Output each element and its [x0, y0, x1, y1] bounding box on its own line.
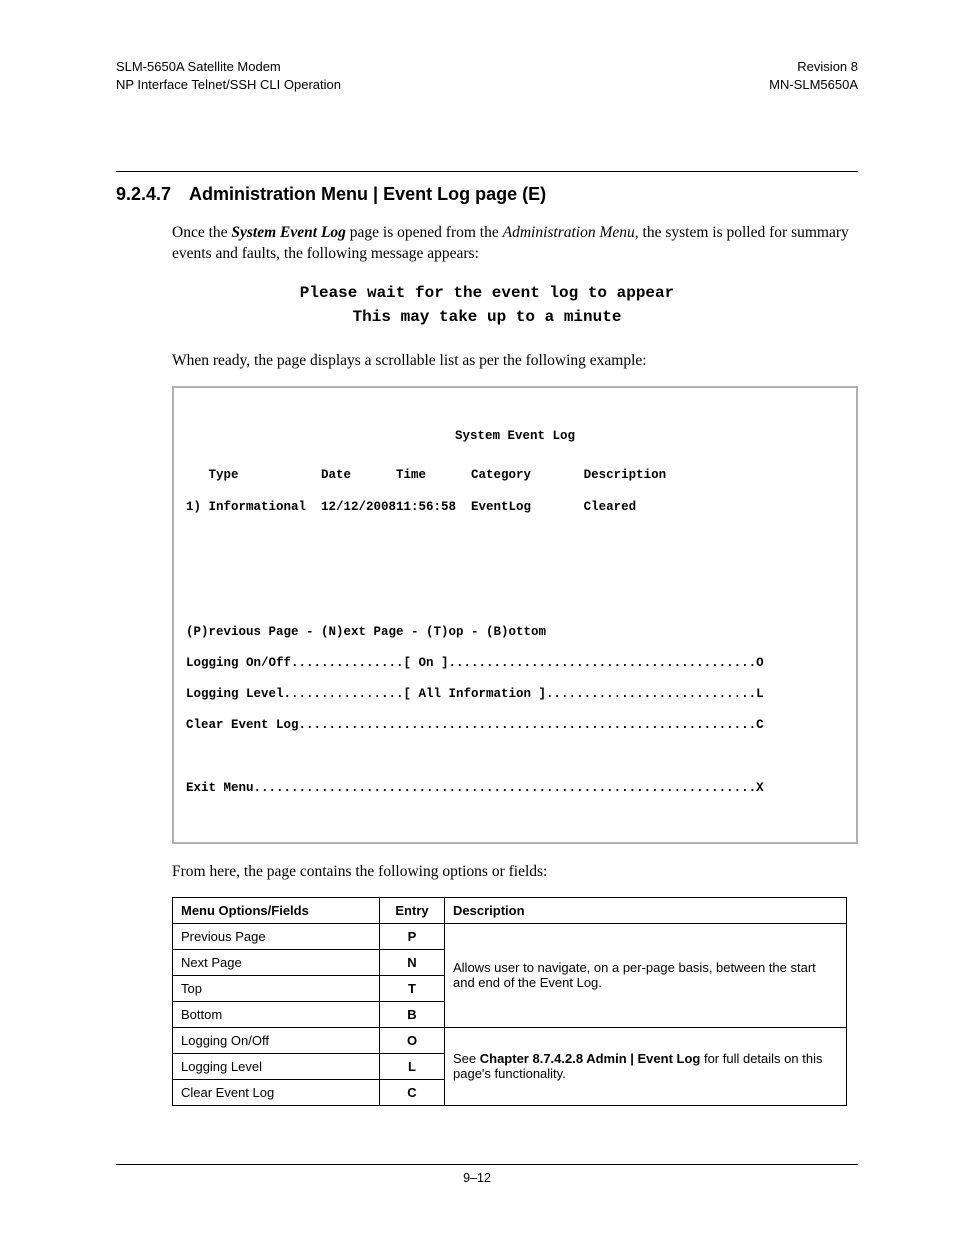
cell-entry: C	[380, 1079, 445, 1105]
page-number: 9–12	[463, 1171, 491, 1185]
cell-option: Top	[173, 975, 380, 1001]
page-header: SLM-5650A Satellite Modem NP Interface T…	[116, 58, 858, 93]
terminal-nav-line: (P)revious Page - (N)ext Page - (T)op - …	[186, 625, 844, 641]
cell-option: Bottom	[173, 1001, 380, 1027]
header-left: SLM-5650A Satellite Modem NP Interface T…	[116, 58, 341, 93]
cell-entry: O	[380, 1027, 445, 1053]
header-right-line1: Revision 8	[769, 58, 858, 76]
header-left-line2: NP Interface Telnet/SSH CLI Operation	[116, 76, 341, 94]
table-row: Previous Page P Allows user to navigate,…	[173, 923, 847, 949]
divider-bottom	[116, 1164, 858, 1165]
terminal-blank	[186, 531, 844, 609]
terminal-header-row: Type Date Time Category Description	[186, 468, 844, 484]
terminal-option-logging-level: Logging Level................[ All Infor…	[186, 687, 844, 703]
cell-entry: P	[380, 923, 445, 949]
options-intro: From here, the page contains the followi…	[172, 862, 858, 883]
chapter-ref: Chapter 8.7.4.2.8 Admin | Event Log	[480, 1051, 701, 1066]
th-menu-options: Menu Options/Fields	[173, 897, 380, 923]
cell-option: Logging Level	[173, 1053, 380, 1079]
administration-menu-term: Administration Menu	[503, 224, 635, 241]
system-event-log-term: System Event Log	[231, 224, 346, 241]
terminal-screenshot: System Event Log Type Date Time Category…	[172, 386, 858, 844]
terminal-exit: Exit Menu...............................…	[186, 781, 844, 797]
cell-desc-nav: Allows user to navigate, on a per-page b…	[445, 923, 847, 1027]
cell-desc-log: See Chapter 8.7.4.2.8 Admin | Event Log …	[445, 1027, 847, 1105]
ready-paragraph: When ready, the page displays a scrollab…	[172, 351, 858, 372]
header-left-line1: SLM-5650A Satellite Modem	[116, 58, 341, 76]
cell-entry: T	[380, 975, 445, 1001]
cell-option: Logging On/Off	[173, 1027, 380, 1053]
section-heading: 9.2.4.7 Administration Menu | Event Log p…	[116, 184, 858, 205]
terminal-option-clear: Clear Event Log.........................…	[186, 718, 844, 734]
wait-message: Please wait for the event log to appear …	[116, 281, 858, 329]
table-header-row: Menu Options/Fields Entry Description	[173, 897, 847, 923]
th-description: Description	[445, 897, 847, 923]
section-number: 9.2.4.7	[116, 184, 171, 205]
cell-option: Next Page	[173, 949, 380, 975]
th-entry: Entry	[380, 897, 445, 923]
cell-option: Previous Page	[173, 923, 380, 949]
page: SLM-5650A Satellite Modem NP Interface T…	[0, 0, 954, 1235]
cell-option: Clear Event Log	[173, 1079, 380, 1105]
cell-entry: B	[380, 1001, 445, 1027]
terminal-option-logging-onoff: Logging On/Off...............[ On ].....…	[186, 656, 844, 672]
divider-top	[116, 171, 858, 172]
page-footer: 9–12	[0, 1164, 954, 1185]
wait-line-2: This may take up to a minute	[116, 305, 858, 329]
cell-entry: L	[380, 1053, 445, 1079]
terminal-title: System Event Log	[186, 429, 844, 445]
table-row: Logging On/Off O See Chapter 8.7.4.2.8 A…	[173, 1027, 847, 1053]
header-right-line2: MN-SLM5650A	[769, 76, 858, 94]
cell-entry: N	[380, 949, 445, 975]
section-title: Administration Menu | Event Log page (E)	[189, 184, 546, 204]
wait-line-1: Please wait for the event log to appear	[116, 281, 858, 305]
intro-paragraph: Once the System Event Log page is opened…	[172, 223, 858, 265]
options-table: Menu Options/Fields Entry Description Pr…	[172, 897, 847, 1106]
header-right: Revision 8 MN-SLM5650A	[769, 58, 858, 93]
terminal-data-row: 1) Informational 12/12/200811:56:58 Even…	[186, 500, 844, 516]
terminal-blank2	[186, 750, 844, 766]
